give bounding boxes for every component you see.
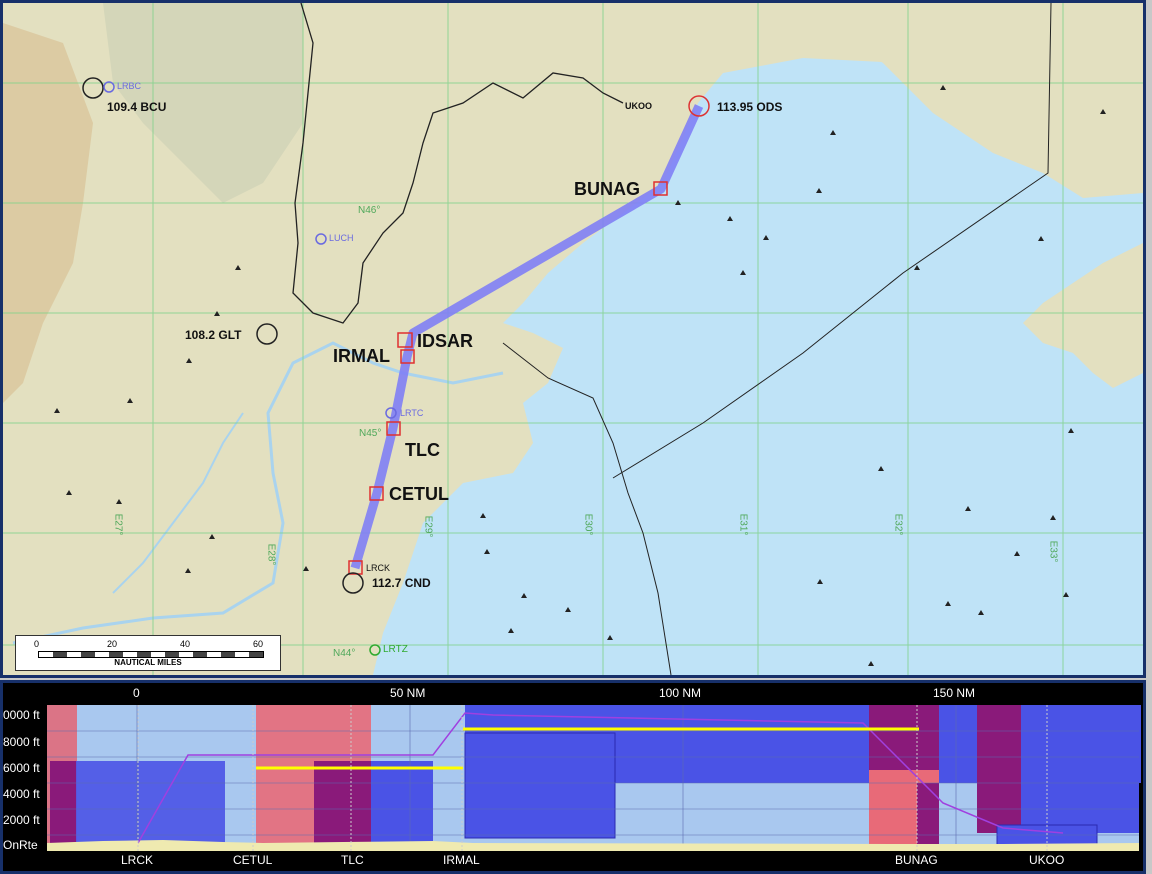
waypoint-label-bunag: BUNAG	[574, 179, 640, 199]
land-northeast	[823, 3, 1143, 198]
profile-waypoint-lrck: LRCK	[121, 853, 154, 867]
grid-label-n45: N45°	[359, 428, 382, 439]
airspace-block	[464, 732, 616, 839]
altitude-label-onrte: OnRte	[3, 838, 38, 852]
airspace-block	[371, 761, 433, 845]
scale-tick-40: 40	[180, 639, 191, 649]
waypoint-label-tlc: TLC	[405, 440, 440, 460]
airspace-block	[977, 705, 1021, 833]
profile-waypoint-cetul: CETUL	[233, 853, 273, 867]
land-crimea	[1023, 243, 1143, 388]
profile-waypoint-tlc: TLC	[341, 853, 364, 867]
map-view[interactable]: 109.4 BCU LRBC 108.2 GLT 113.95 ODS UKOO…	[0, 0, 1146, 678]
profile-waypoint-bunag: BUNAG	[895, 853, 938, 867]
grid-label-e33: E33°	[1047, 540, 1059, 563]
altitude-label-8000: 8000 ft	[3, 735, 40, 749]
scale-units: NAUTICAL MILES	[114, 658, 182, 667]
scale-tick-0: 0	[34, 639, 40, 649]
grid-label-e30: E30°	[582, 513, 594, 536]
profile-waypoint-ukoo: UKOO	[1029, 853, 1065, 867]
scale-bar	[38, 651, 264, 658]
navaid-label-glt: 108.2 GLT	[185, 328, 242, 342]
distance-label-100: 100 NM	[659, 686, 702, 700]
waypoint-label-cetul: CETUL	[389, 484, 449, 504]
navaid-label-ods: 113.95 ODS	[717, 100, 783, 114]
scale-tick-20: 20	[107, 639, 118, 649]
scale-tick-60: 60	[253, 639, 264, 649]
waypoint-label-irmal: IRMAL	[333, 346, 390, 366]
grid-label-n46: N46°	[358, 205, 381, 216]
grid-label-e29: E29°	[422, 515, 434, 538]
grid-label-e28: E28°	[265, 543, 277, 566]
airspace-block	[869, 705, 939, 770]
airport-label-ukoo: UKOO	[625, 101, 652, 111]
navaid-label-bcu: 109.4 BCU	[107, 100, 167, 114]
grid-label-n44: N44°	[333, 648, 356, 659]
grid-label-e31: E31°	[737, 513, 749, 536]
grid-label-e32: E32°	[892, 513, 904, 536]
airport-label-lrck: LRCK	[366, 563, 391, 573]
vertical-profile-panel[interactable]: 0 50 NM 100 NM 150 NM 0000 ft 8000 ft 60…	[0, 680, 1146, 874]
airport-label-luch: LUCH	[329, 233, 354, 243]
profile-canvas[interactable]	[3, 683, 1143, 871]
airport-label-lrtc: LRTC	[400, 408, 424, 418]
profile-waypoint-irmal: IRMAL	[443, 853, 480, 867]
airspace-block	[917, 783, 939, 845]
distance-label-50: 50 NM	[390, 686, 426, 700]
distance-label-150: 150 NM	[933, 686, 976, 700]
airspace-block	[50, 761, 76, 845]
distance-label-0: 0	[133, 686, 140, 700]
airspace-block	[1021, 705, 1139, 833]
map-canvas[interactable]	[3, 3, 1143, 675]
airspace-block	[314, 761, 371, 845]
altitude-label-6000: 6000 ft	[3, 761, 40, 775]
navaid-label-cnd: 112.7 CND	[372, 576, 431, 590]
distance-scale: 0 20 40 60 NAUTICAL MILES	[15, 635, 281, 671]
altitude-label-10000: 0000 ft	[3, 708, 40, 722]
grid-label-e27: E27°	[112, 513, 124, 536]
altitude-label-2000: 2000 ft	[3, 813, 40, 827]
altitude-label-4000: 4000 ft	[3, 787, 40, 801]
airport-label-lrbc: LRBC	[117, 81, 142, 91]
airport-label-lrtz: LRTZ	[383, 644, 408, 655]
waypoint-label-idsar: IDSAR	[417, 331, 474, 351]
